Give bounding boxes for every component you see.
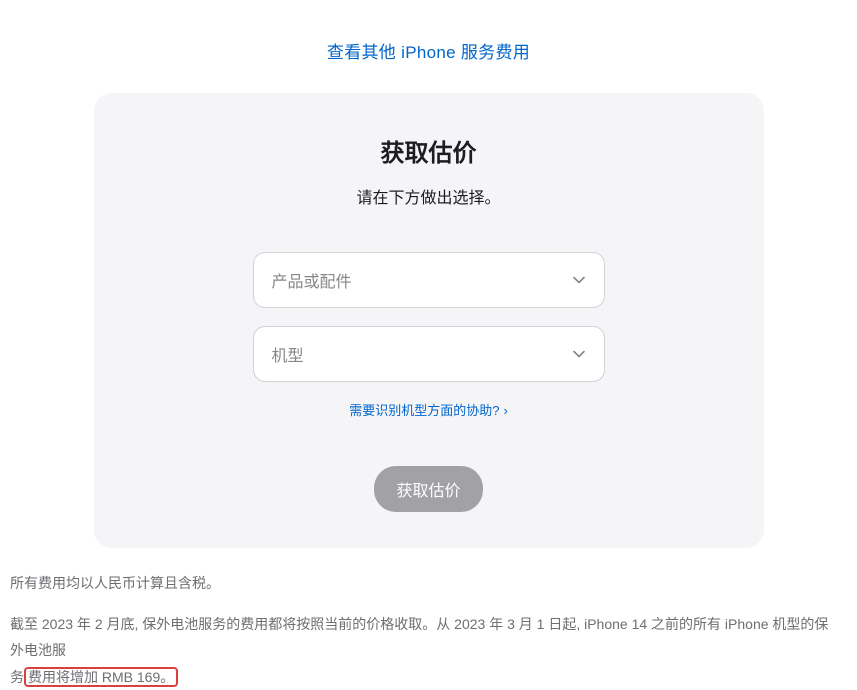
footer-line-2: 截至 2023 年 2 月底, 保外电池服务的费用都将按照当前的价格收取。从 2…	[10, 611, 830, 690]
footer-line-2b: 务	[10, 669, 24, 685]
identify-model-help-link[interactable]: 需要识别机型方面的协助? ›	[349, 403, 508, 418]
product-dropdown[interactable]: 产品或配件	[253, 252, 605, 308]
top-link-container: 查看其他 iPhone 服务费用	[0, 0, 857, 85]
other-services-link[interactable]: 查看其他 iPhone 服务费用	[327, 43, 530, 62]
footer-line-2a: 截至 2023 年 2 月底, 保外电池服务的费用都将按照当前的价格收取。从 2…	[10, 616, 828, 659]
card-subtitle: 请在下方做出选择。	[94, 184, 764, 208]
footer-text: 所有费用均以人民币计算且含税。 截至 2023 年 2 月底, 保外电池服务的费…	[10, 570, 830, 690]
footer-line-1: 所有费用均以人民币计算且含税。	[10, 570, 830, 597]
card-title: 获取估价	[94, 133, 764, 168]
chevron-down-icon	[572, 347, 586, 361]
get-estimate-button[interactable]: 获取估价	[374, 466, 482, 512]
model-dropdown[interactable]: 机型	[253, 326, 605, 382]
chevron-down-icon	[572, 273, 586, 287]
product-dropdown-label: 产品或配件	[272, 268, 352, 292]
estimate-card: 获取估价 请在下方做出选择。 产品或配件 机型 需要识别机型方面的协助? › 获取…	[94, 93, 764, 548]
price-increase-highlight: 费用将增加 RMB 169。	[24, 667, 178, 687]
model-dropdown-label: 机型	[272, 342, 304, 366]
help-link-container: 需要识别机型方面的协助? ›	[94, 400, 764, 420]
chevron-right-icon: ›	[503, 403, 507, 418]
help-link-text: 需要识别机型方面的协助?	[349, 403, 499, 418]
